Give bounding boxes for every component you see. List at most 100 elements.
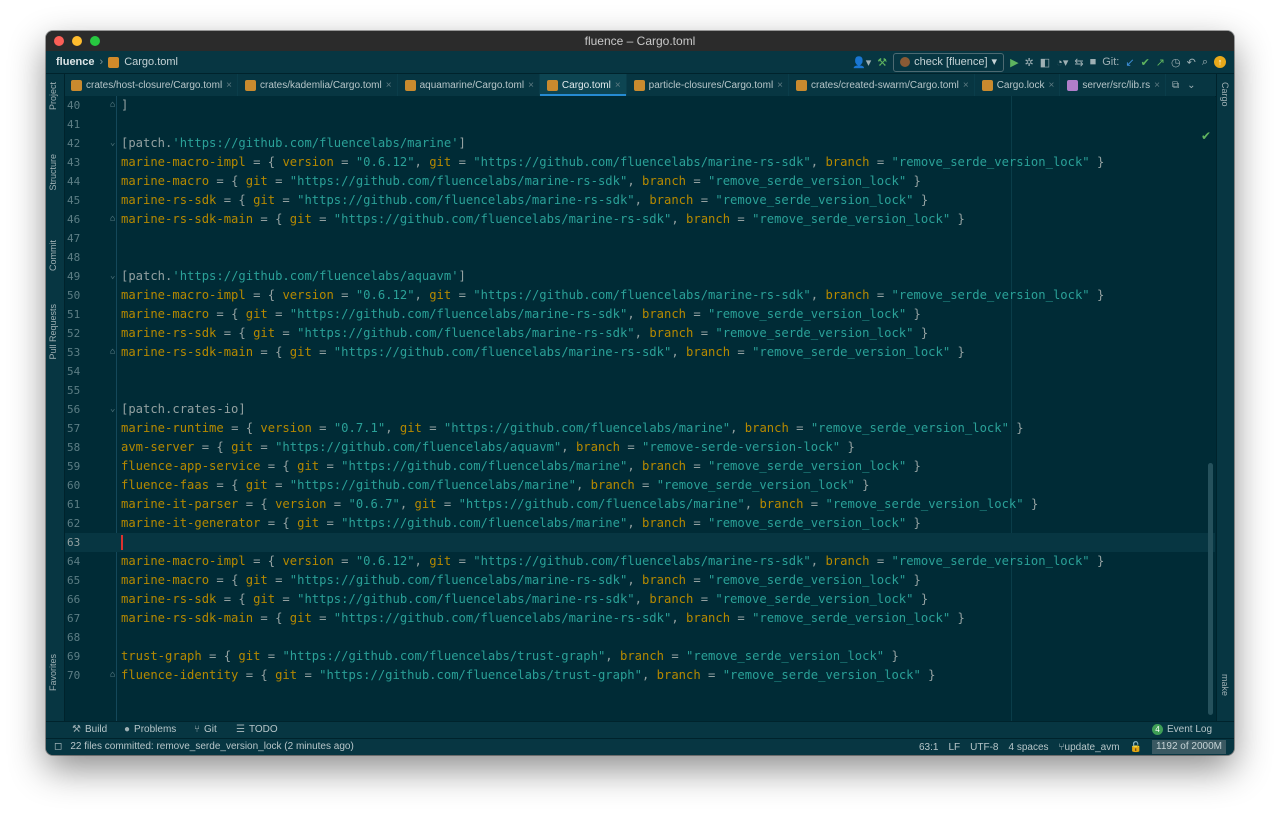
problems-tool-button[interactable]: ● Problems bbox=[124, 724, 176, 735]
git-update-icon[interactable]: ↙ bbox=[1125, 56, 1134, 69]
code-line[interactable]: 46 ⌂ marine-rs-sdk-main = { git = "https:/… bbox=[65, 210, 1215, 229]
fold-marker-icon[interactable]: ⌂ bbox=[110, 100, 119, 110]
user-icon[interactable]: 👤▾ bbox=[852, 56, 871, 69]
code-line[interactable]: 62 marine-it-generator = { git = "https:/… bbox=[65, 514, 1215, 533]
minimize-window-button[interactable] bbox=[72, 36, 82, 46]
code-line[interactable]: 58 avm-server = { git = "https://github.c… bbox=[65, 438, 1215, 457]
editor-tab[interactable]: aquamarine/Cargo.toml × bbox=[398, 74, 540, 96]
build-tool-button[interactable]: ⚒ Build bbox=[72, 724, 107, 735]
code-line[interactable]: 65 marine-macro = { git = "https://github… bbox=[65, 571, 1215, 590]
memory-indicator[interactable]: 1192 of 2000M bbox=[1152, 740, 1226, 754]
event-log-button[interactable]: 4 Event Log bbox=[1152, 724, 1212, 735]
profile-icon[interactable]: ◔▾ bbox=[1056, 56, 1068, 69]
build-hammer-icon[interactable]: ⚒ bbox=[877, 56, 887, 69]
code-line[interactable]: 69 trust-graph = { git = "https://github.… bbox=[65, 647, 1215, 666]
code-editor[interactable]: 40 ⌂] 41 42 ⌄ [patch.'https://github.com/flue… bbox=[65, 96, 1215, 721]
code-line[interactable]: 57 marine-runtime = { version = "0.7.1", … bbox=[65, 419, 1215, 438]
code-line[interactable]: 63 bbox=[65, 533, 1215, 552]
more-tabs-icon[interactable]: ⧉ bbox=[1172, 80, 1179, 91]
history-icon[interactable]: ◷ bbox=[1171, 56, 1181, 69]
code-line[interactable]: 45 marine-rs-sdk = { git = "https://githu… bbox=[65, 191, 1215, 210]
tool-structure[interactable]: Structure bbox=[48, 154, 58, 191]
editor-tab[interactable]: crates/created-swarm/Cargo.toml × bbox=[789, 74, 975, 96]
fold-marker-icon[interactable]: ⌂ bbox=[110, 670, 119, 680]
close-tab-icon[interactable]: × bbox=[1049, 80, 1055, 91]
maximize-window-button[interactable] bbox=[90, 36, 100, 46]
tool-commit[interactable]: Commit bbox=[48, 240, 58, 271]
fold-marker-icon[interactable]: ⌄ bbox=[110, 271, 119, 281]
code-line[interactable]: 68 bbox=[65, 628, 1215, 647]
git-push-icon[interactable]: ↗ bbox=[1156, 56, 1165, 69]
rollback-icon[interactable]: ↶ bbox=[1187, 56, 1196, 69]
indent-setting[interactable]: 4 spaces bbox=[1008, 742, 1048, 753]
panel-toggle-icon[interactable]: ◻ bbox=[54, 741, 62, 752]
chevron-down-icon[interactable]: ⌄ bbox=[1187, 80, 1195, 91]
git-tool-button[interactable]: ⑂ Git bbox=[194, 724, 217, 735]
caret-position[interactable]: 63:1 bbox=[919, 742, 938, 753]
code-line[interactable]: 56 ⌄ [patch.crates-io] bbox=[65, 400, 1215, 419]
coverage-icon[interactable]: ◧ bbox=[1040, 56, 1050, 69]
editor-tab[interactable]: server/src/lib.rs × bbox=[1060, 74, 1166, 96]
code-line[interactable]: 51 marine-macro = { git = "https://github… bbox=[65, 305, 1215, 324]
editor-scrollbar[interactable] bbox=[1208, 463, 1213, 715]
code-line[interactable]: 59 fluence-app-service = { git = "https:/… bbox=[65, 457, 1215, 476]
code-line[interactable]: 53 ⌂ marine-rs-sdk-main = { git = "https:/… bbox=[65, 343, 1215, 362]
tool-cargo[interactable]: Cargo bbox=[1220, 82, 1230, 107]
code-line[interactable]: 64 marine-macro-impl = { version = "0.6.1… bbox=[65, 552, 1215, 571]
git-commit-icon[interactable]: ✔ bbox=[1141, 56, 1150, 69]
editor-tab[interactable]: Cargo.lock × bbox=[975, 74, 1061, 96]
close-window-button[interactable] bbox=[54, 36, 64, 46]
code-line[interactable]: 52 marine-rs-sdk = { git = "https://githu… bbox=[65, 324, 1215, 343]
breadcrumb-file[interactable]: Cargo.toml bbox=[124, 56, 178, 68]
editor-tab[interactable]: particle-closures/Cargo.toml × bbox=[627, 74, 790, 96]
stop-icon[interactable]: ■ bbox=[1090, 56, 1097, 68]
update-notification-icon[interactable]: ↑ bbox=[1214, 56, 1226, 68]
debug-icon[interactable]: ✲ bbox=[1025, 56, 1034, 69]
editor-tab[interactable]: Cargo.toml × bbox=[539, 74, 627, 96]
fold-marker-icon[interactable]: ⌄ bbox=[110, 138, 119, 148]
code-line[interactable]: 42 ⌄ [patch.'https://github.com/fluencelab… bbox=[65, 134, 1215, 153]
code-line[interactable]: 66 marine-rs-sdk = { git = "https://githu… bbox=[65, 590, 1215, 609]
code-line[interactable]: 61 marine-it-parser = { version = "0.6.7"… bbox=[65, 495, 1215, 514]
file-encoding[interactable]: UTF-8 bbox=[970, 742, 998, 753]
tool-make[interactable]: make bbox=[1220, 674, 1230, 696]
close-tab-icon[interactable]: × bbox=[963, 80, 969, 91]
code-line[interactable]: 41 bbox=[65, 115, 1215, 134]
search-icon[interactable]: ⌕ bbox=[1202, 56, 1208, 69]
close-tab-icon[interactable]: × bbox=[777, 80, 783, 91]
code-line[interactable]: 49 ⌄ [patch.'https://github.com/fluencelab… bbox=[65, 267, 1215, 286]
attach-icon[interactable]: ⇆ bbox=[1074, 56, 1083, 69]
breadcrumb-project[interactable]: fluence bbox=[56, 56, 95, 68]
close-tab-icon[interactable]: × bbox=[615, 80, 621, 91]
tool-pull-requests[interactable]: Pull Requests bbox=[48, 304, 58, 360]
code-line[interactable]: 67 marine-rs-sdk-main = { git = "https://… bbox=[65, 609, 1215, 628]
fold-marker-icon[interactable]: ⌂ bbox=[110, 214, 119, 224]
todo-tool-button[interactable]: ☰ TODO bbox=[236, 724, 278, 735]
code-line[interactable]: 47 bbox=[65, 229, 1215, 248]
code-line[interactable]: 48 bbox=[65, 248, 1215, 267]
tab-overflow[interactable]: ⧉ ⌄ bbox=[1166, 74, 1202, 96]
code-line[interactable]: 50 marine-macro-impl = { version = "0.6.1… bbox=[65, 286, 1215, 305]
close-tab-icon[interactable]: × bbox=[528, 80, 534, 91]
inspection-ok-icon[interactable]: ✔ bbox=[1201, 129, 1211, 143]
editor-tab[interactable]: crates/host-closure/Cargo.toml × bbox=[64, 74, 239, 96]
code-line[interactable]: 54 bbox=[65, 362, 1215, 381]
close-tab-icon[interactable]: × bbox=[226, 80, 232, 91]
code-line[interactable]: 55 bbox=[65, 381, 1215, 400]
close-tab-icon[interactable]: × bbox=[386, 80, 392, 91]
code-line[interactable]: 70 ⌂ fluence-identity = { git = "https://g… bbox=[65, 666, 1215, 685]
editor-tab[interactable]: crates/kademlia/Cargo.toml × bbox=[238, 74, 398, 96]
line-separator[interactable]: LF bbox=[948, 742, 960, 753]
close-tab-icon[interactable]: × bbox=[1154, 80, 1160, 91]
fold-marker-icon[interactable]: ⌄ bbox=[110, 404, 119, 414]
run-icon[interactable]: ▶ bbox=[1010, 56, 1018, 69]
run-configuration-select[interactable]: check [fluence] ▾ bbox=[893, 52, 1005, 72]
tool-favorites[interactable]: Favorites bbox=[48, 654, 58, 691]
code-line[interactable]: 40 ⌂] bbox=[65, 96, 1215, 115]
lock-icon[interactable]: 🔓 bbox=[1130, 742, 1142, 753]
status-message[interactable]: 22 files committed: remove_serde_version… bbox=[70, 741, 353, 752]
fold-marker-icon[interactable]: ⌂ bbox=[110, 347, 119, 357]
code-line[interactable]: 43 marine-macro-impl = { version = "0.6.1… bbox=[65, 153, 1215, 172]
code-line[interactable]: 44 marine-macro = { git = "https://github… bbox=[65, 172, 1215, 191]
git-branch-widget[interactable]: ⑂update_avm bbox=[1059, 742, 1120, 753]
